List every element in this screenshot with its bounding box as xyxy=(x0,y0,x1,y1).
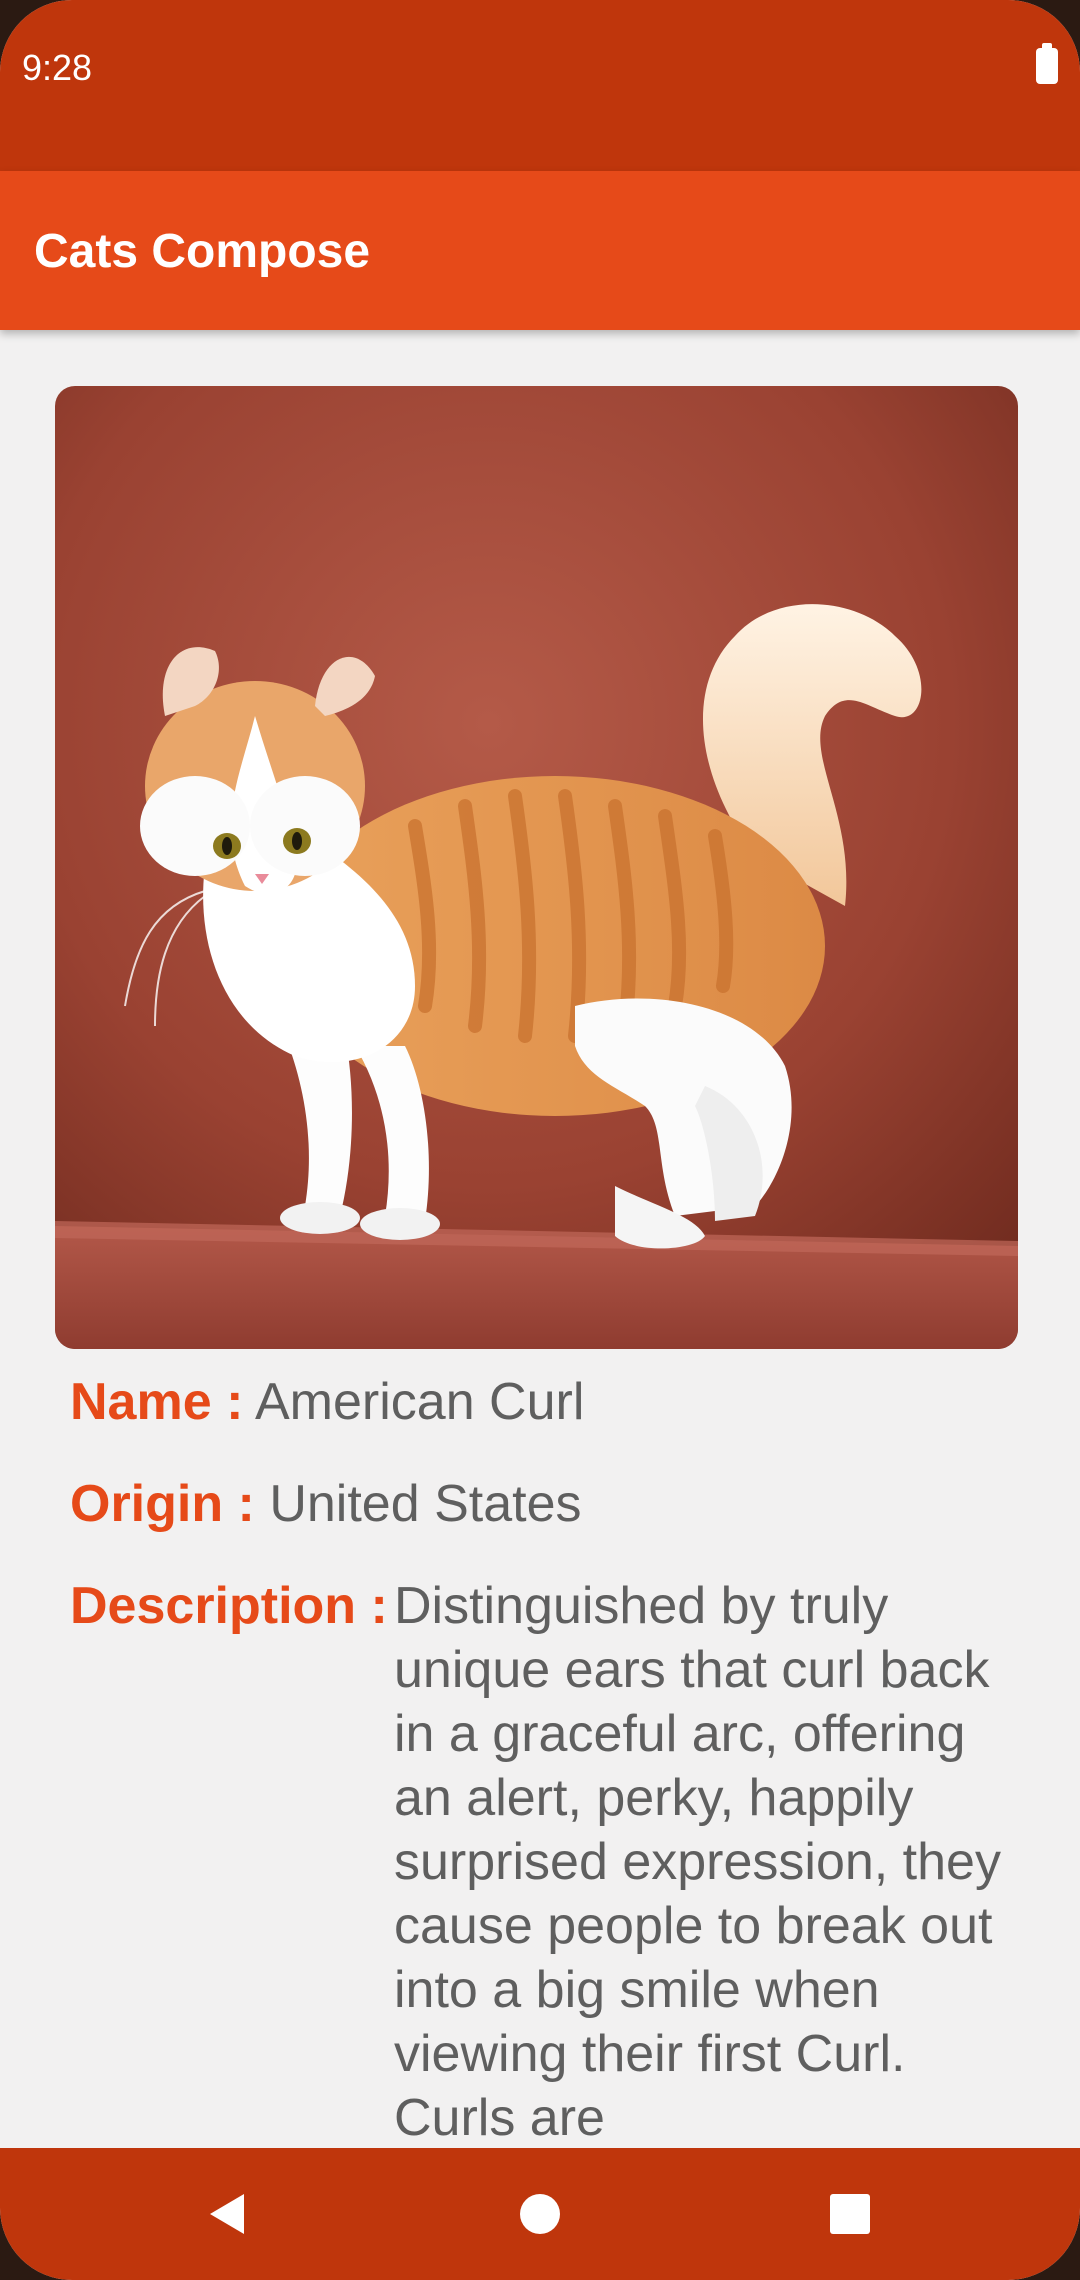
cat-origin-row: Origin : United States xyxy=(70,1472,582,1536)
top-app-bar: Cats Compose xyxy=(0,171,1080,330)
nav-back-button[interactable] xyxy=(160,2148,292,2280)
cat-name-row: Name : American Curl xyxy=(70,1370,584,1434)
status-bar: 9:28 xyxy=(0,0,1080,171)
cat-origin-value: United States xyxy=(269,1475,582,1533)
cat-photo-illustration xyxy=(55,386,1018,1349)
back-triangle-icon xyxy=(210,2194,244,2234)
status-time: 9:28 xyxy=(22,47,93,88)
cat-description-value: Distinguished by truly unique ears that … xyxy=(394,1577,1001,2147)
device-screen: 9:28 Cats Compose Name: American Curl O… xyxy=(0,0,1080,2280)
origin-label: Origin : xyxy=(70,1475,255,1533)
battery-icon xyxy=(1036,43,1058,84)
app-title: Cats Compose xyxy=(34,225,371,278)
description-label: Description : xyxy=(70,1577,388,1635)
name-label: Name : xyxy=(70,1373,244,1431)
recents-square-icon xyxy=(830,2194,870,2234)
cat-photo xyxy=(55,386,1018,1349)
system-navigation-bar xyxy=(0,2148,1080,2280)
cat-detail-content[interactable]: Name : American Curl Origin : United Sta… xyxy=(0,330,1080,2148)
nav-home-button[interactable] xyxy=(474,2148,606,2280)
cat-name-value: American Curl xyxy=(254,1373,585,1431)
home-circle-icon xyxy=(520,2194,560,2234)
nav-recents-button[interactable] xyxy=(784,2148,916,2280)
